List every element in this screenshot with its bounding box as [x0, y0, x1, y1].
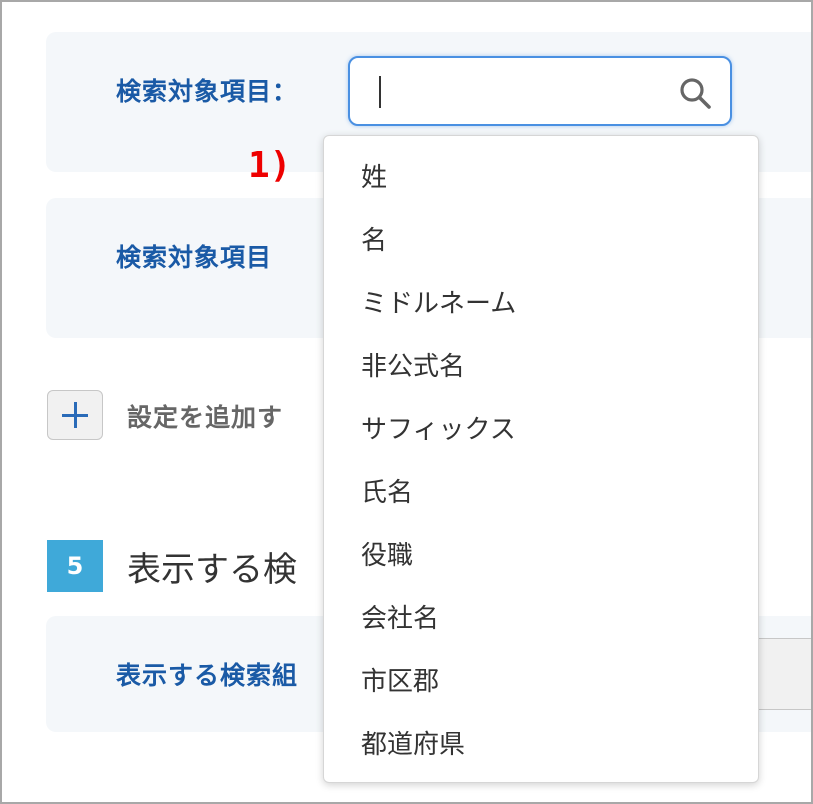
dropdown-item-nickname[interactable]: 非公式名: [324, 336, 758, 399]
search-icon[interactable]: [678, 76, 712, 110]
screenshot-frame: 検索対象項目： 1) 検索対象項目 設定を追加す 5 表示する検 定 表示する検…: [0, 0, 813, 804]
dropdown-item-city[interactable]: 市区郡: [324, 651, 758, 714]
dropdown-item-first-name[interactable]: 名: [324, 210, 758, 273]
search-target-label-2: 検索対象項目: [116, 243, 273, 272]
section-title: 表示する検: [127, 550, 297, 590]
dropdown-item-full-name[interactable]: 氏名: [324, 462, 758, 525]
search-target-label-1: 検索対象項目：: [116, 77, 299, 106]
plus-icon-vertical: [74, 402, 77, 428]
dropdown-item-middle-name[interactable]: ミドルネーム: [324, 273, 758, 336]
add-setting-label[interactable]: 設定を追加す: [127, 398, 283, 434]
text-caret: [379, 76, 381, 108]
section-number-badge: 5: [47, 540, 103, 592]
add-setting-button[interactable]: [47, 390, 103, 440]
step-annotation: 1): [248, 145, 292, 186]
field-dropdown-list: 姓 名 ミドルネーム 非公式名 サフィックス 氏名 役職 会社名 市区郡 都道府…: [323, 135, 759, 783]
dropdown-item-suffix[interactable]: サフィックス: [324, 399, 758, 462]
dropdown-item-company[interactable]: 会社名: [324, 588, 758, 651]
dropdown-item-last-name[interactable]: 姓: [324, 147, 758, 210]
dropdown-item-title[interactable]: 役職: [324, 525, 758, 588]
display-field-label: 表示する検索組: [116, 661, 299, 690]
search-target-input[interactable]: [348, 56, 732, 126]
dropdown-item-prefecture[interactable]: 都道府県: [324, 714, 758, 777]
